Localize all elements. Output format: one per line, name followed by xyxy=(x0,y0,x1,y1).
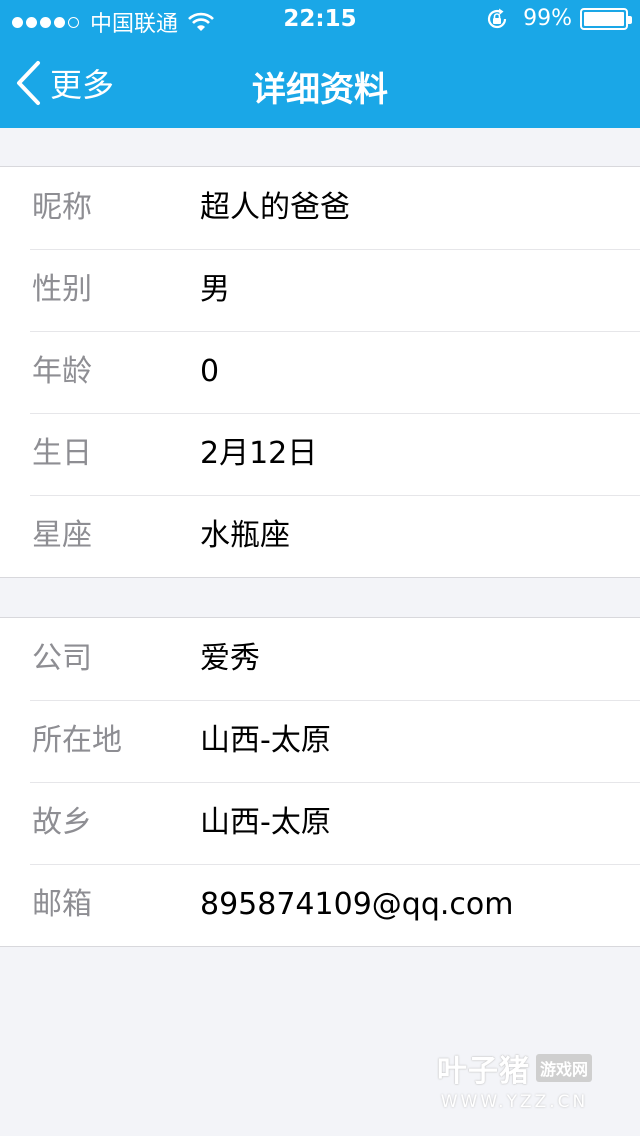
row-value: 895874109@qq.com xyxy=(200,887,514,922)
info-row-gender[interactable]: 性别 男 xyxy=(0,249,640,331)
row-label: 故乡 xyxy=(32,805,92,840)
battery-fill xyxy=(584,11,624,26)
status-bar: 中国联通 22:15 99% xyxy=(0,0,640,40)
status-right: 99% xyxy=(485,6,632,31)
row-value: 2月12日 xyxy=(200,436,318,471)
extra-info-group: 公司 爱秀 所在地 山西-太原 故乡 山西-太原 邮箱 895874109@qq… xyxy=(0,617,640,947)
row-value: 超人的爸爸 xyxy=(200,190,350,225)
row-label: 邮箱 xyxy=(32,887,92,922)
row-value: 山西-太原 xyxy=(200,723,331,758)
watermark-logo: 叶子猪 游戏网 xyxy=(437,1046,592,1090)
watermark-tag: 游戏网 xyxy=(535,1054,592,1082)
info-row-hometown[interactable]: 故乡 山西-太原 xyxy=(0,782,640,864)
info-row-age[interactable]: 年龄 0 xyxy=(0,331,640,413)
info-row-email[interactable]: 邮箱 895874109@qq.com xyxy=(0,864,640,946)
row-label: 公司 xyxy=(32,641,92,676)
row-label: 星座 xyxy=(32,518,92,553)
row-value: 男 xyxy=(200,272,230,307)
info-row-company[interactable]: 公司 爱秀 xyxy=(0,618,640,700)
row-label: 年龄 xyxy=(32,354,92,389)
row-value: 山西-太原 xyxy=(200,805,331,840)
row-label: 所在地 xyxy=(32,723,122,758)
watermark: 叶子猪 游戏网 WWW.YZZ.CN xyxy=(437,1046,592,1112)
info-row-nickname[interactable]: 昵称 超人的爸爸 xyxy=(0,167,640,249)
rotation-lock-icon xyxy=(488,8,507,28)
page-title: 详细资料 xyxy=(252,70,388,110)
navigation-bar: 更多 详细资料 xyxy=(0,40,640,128)
info-row-birthday[interactable]: 生日 2月12日 xyxy=(0,413,640,495)
row-label: 性别 xyxy=(32,272,92,307)
header: 中国联通 22:15 99% 更多 详细资料 xyxy=(0,0,640,128)
row-label: 昵称 xyxy=(32,190,92,225)
info-row-location[interactable]: 所在地 山西-太原 xyxy=(0,700,640,782)
info-row-zodiac[interactable]: 星座 水瓶座 xyxy=(0,495,640,577)
basic-info-group: 昵称 超人的爸爸 性别 男 年龄 0 生日 2月12日 星座 水瓶座 xyxy=(0,166,640,578)
row-label: 生日 xyxy=(32,436,92,471)
watermark-url: WWW.YZZ.CN xyxy=(440,1092,589,1112)
row-value: 水瓶座 xyxy=(200,518,290,553)
battery-percentage: 99% xyxy=(523,6,572,31)
row-value: 0 xyxy=(200,354,220,389)
row-value: 爱秀 xyxy=(200,641,260,676)
battery-nub xyxy=(628,15,632,24)
watermark-brand: 叶子猪 xyxy=(436,1054,530,1089)
battery-icon xyxy=(580,7,632,30)
